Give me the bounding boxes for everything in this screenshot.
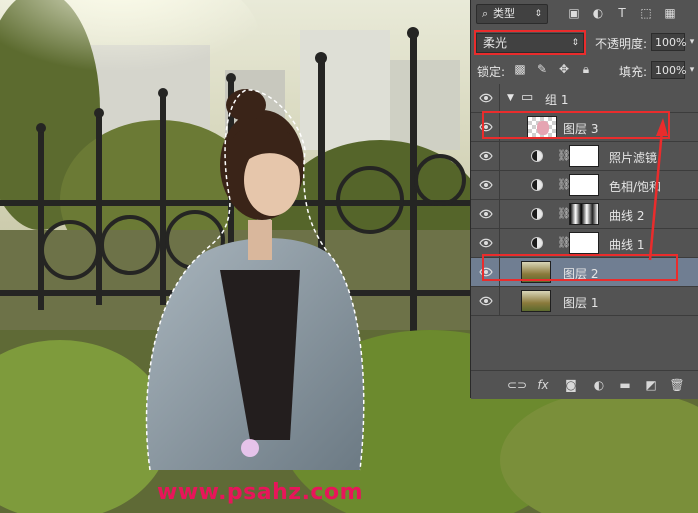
lock-label: 锁定: xyxy=(477,65,506,79)
chevron-down-icon[interactable]: ▾ xyxy=(687,33,697,51)
layer-filter-select[interactable]: ⌕ 类型 ⇕ xyxy=(476,4,548,24)
opacity-label: 不透明度: xyxy=(595,37,648,51)
watermark-text: www.psahz.com xyxy=(157,480,364,505)
layer-mask-thumbnail[interactable] xyxy=(569,203,599,225)
transform-icon[interactable]: ⬚ xyxy=(639,6,653,20)
lock-transparent-icon[interactable]: ▩ xyxy=(513,62,527,76)
adjustment-icon xyxy=(531,208,543,220)
layer-mask-thumbnail[interactable] xyxy=(569,145,599,167)
blend-bar: 柔光 ⇕ 不透明度: 100% ▾ xyxy=(471,28,698,57)
lock-icon[interactable]: 🔒︎ xyxy=(579,62,593,76)
layer-row-1[interactable]: 图层 1 xyxy=(471,287,698,316)
chevron-down-icon[interactable]: ▾ xyxy=(687,61,697,79)
opacity-input[interactable]: 100% xyxy=(651,33,686,51)
trash-icon[interactable]: 🗑︎ xyxy=(669,378,685,392)
image-icon[interactable]: ▣ xyxy=(567,6,581,20)
eye-icon[interactable] xyxy=(479,179,493,191)
adjustment-icon xyxy=(531,237,543,249)
fx-icon[interactable]: fx xyxy=(535,378,551,392)
layer-name: 组 1 xyxy=(545,93,569,107)
layer-mask-thumbnail[interactable] xyxy=(569,232,599,254)
layers-bottom-toolbar: ⊂⊃ fx ◙ ◐ ▬ ◩ 🗑︎ xyxy=(471,370,698,399)
brush-icon[interactable]: ✎ xyxy=(535,62,549,76)
layer-filter-bar: ⌕ 类型 ⇕ ▣ ◐ T ⬚ ▦ xyxy=(471,0,698,29)
arrow-annotation xyxy=(648,118,668,261)
move-icon[interactable]: ✥ xyxy=(557,62,571,76)
layer-name: 图层 1 xyxy=(563,296,599,310)
new-layer-icon[interactable]: ◩ xyxy=(643,378,659,392)
eye-icon[interactable] xyxy=(479,208,493,220)
chevron-updown-icon: ⇕ xyxy=(534,9,542,19)
folder-icon[interactable]: ▬ xyxy=(617,378,633,392)
layer-mask-thumbnail[interactable] xyxy=(569,174,599,196)
layer-thumbnail xyxy=(521,290,551,312)
fill-input[interactable]: 100% xyxy=(651,61,686,79)
eye-icon[interactable] xyxy=(479,295,493,307)
eye-icon[interactable] xyxy=(479,92,493,104)
adjustment-icon xyxy=(531,150,543,162)
eye-icon[interactable] xyxy=(479,237,493,249)
layer-row-group[interactable]: ▼ ▭ 组 1 xyxy=(471,84,698,113)
link-icon[interactable]: ⊂⊃ xyxy=(507,378,527,392)
adjustment-icon[interactable]: ◐ xyxy=(591,378,607,392)
lock-bar: 锁定: ▩ ✎ ✥ 🔒︎ 填充: 100% ▾ xyxy=(471,56,698,85)
eye-icon[interactable] xyxy=(479,150,493,162)
adjustment-icon xyxy=(531,179,543,191)
text-icon[interactable]: T xyxy=(615,6,629,20)
circle-half-icon[interactable]: ◐ xyxy=(591,6,605,20)
highlight-box-blend xyxy=(474,30,586,55)
search-icon: ⌕ xyxy=(482,7,489,20)
mask-icon[interactable]: ◙ xyxy=(563,378,579,392)
fill-label: 填充: xyxy=(619,65,648,79)
expand-triangle-icon[interactable]: ▼ xyxy=(507,93,514,103)
smart-object-icon[interactable]: ▦ xyxy=(663,6,677,20)
folder-icon: ▭ xyxy=(521,90,534,105)
